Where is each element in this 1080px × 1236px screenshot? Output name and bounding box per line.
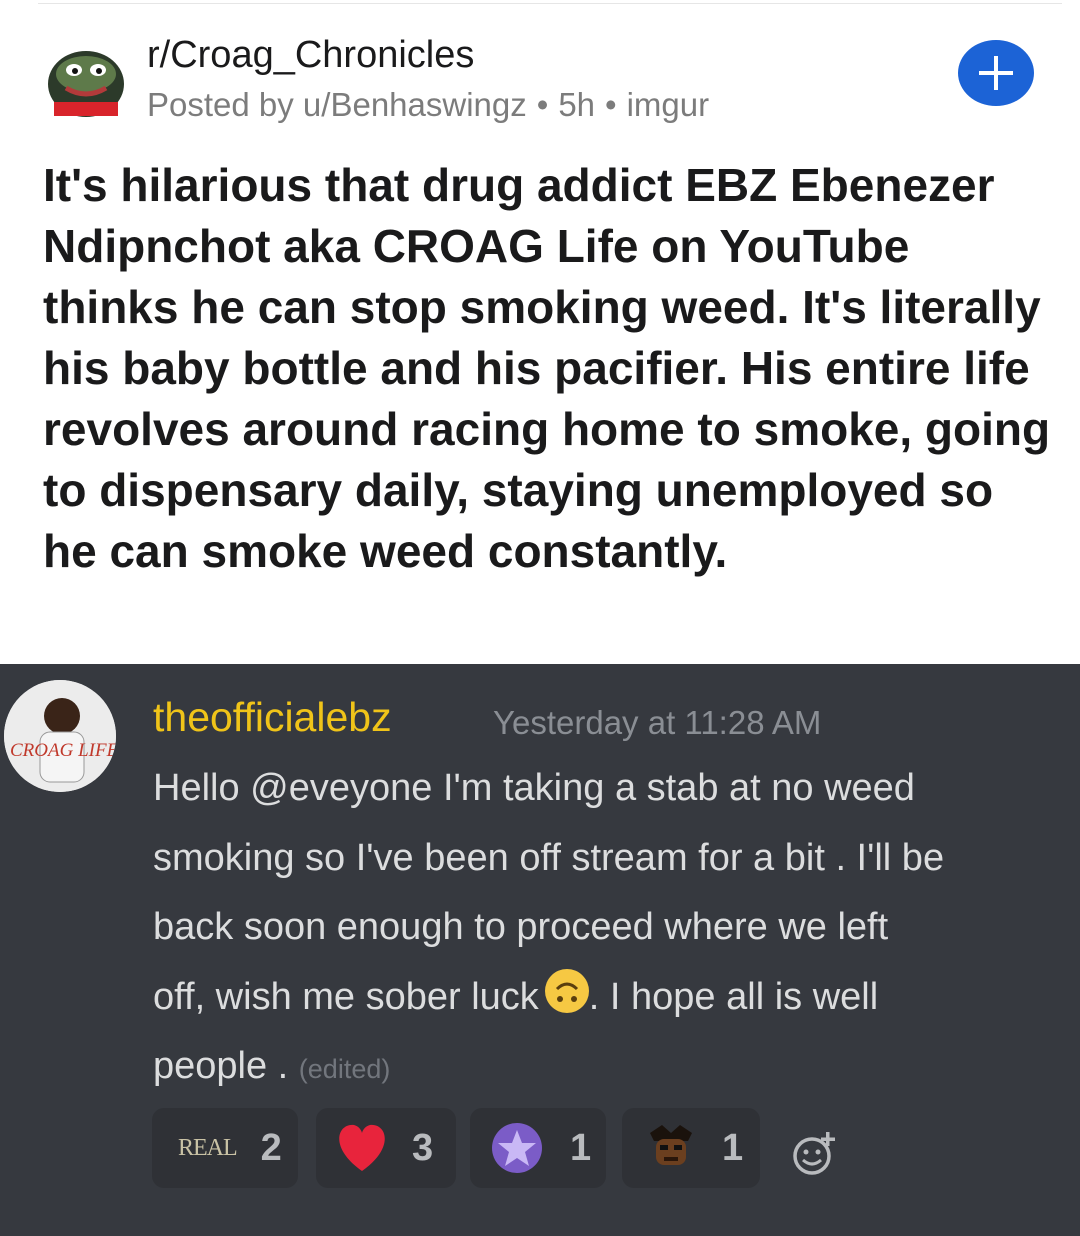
message-text: people .	[153, 1045, 289, 1087]
message-line: back soon enough to proceed where we lef…	[153, 906, 889, 948]
meta-separator: •	[536, 86, 549, 123]
reaction-count: 1	[570, 1126, 592, 1169]
post-meta: Posted by u/Benhaswingz • 5h • imgur	[147, 86, 709, 124]
message-body: Hello @eveyone I'm taking a stab at no w…	[153, 754, 1080, 1105]
reaction-character[interactable]: 1	[622, 1108, 760, 1188]
reaction-count: 1	[722, 1126, 744, 1169]
message-timestamp: Yesterday at 11:28 AM	[493, 704, 822, 741]
message-username[interactable]: theofficialebz	[153, 694, 392, 741]
meta-separator: •	[605, 86, 617, 123]
message-text: off, wish me sober luck	[153, 975, 539, 1018]
join-button[interactable]	[958, 40, 1034, 106]
heart-icon	[339, 1124, 385, 1171]
post-age: 5h	[558, 86, 596, 123]
posted-by[interactable]: Posted by u/Benhaswingz	[147, 86, 527, 123]
reaction-real[interactable]: REAL 2	[152, 1108, 298, 1188]
reaction-count: 3	[412, 1126, 434, 1169]
real-emoji-icon: REAL	[178, 1134, 238, 1161]
message-line: Hello @eveyone I'm taking a stab at no w…	[153, 767, 915, 809]
post-source[interactable]: imgur	[627, 86, 710, 123]
post-title[interactable]: It's hilarious that drug addict EBZ Eben…	[43, 155, 1053, 582]
avatar-logo-text: CROAG LIFE	[10, 740, 116, 761]
character-face-icon	[650, 1125, 692, 1165]
message-text: . I hope all is well	[588, 975, 879, 1018]
edited-label: (edited)	[298, 1054, 391, 1084]
subreddit-avatar[interactable]	[44, 44, 128, 122]
plus-icon	[979, 56, 1013, 90]
add-reaction-icon[interactable]	[792, 1130, 838, 1176]
message-line: off, wish me sober luck . I hope all is w…	[153, 963, 1080, 1033]
subreddit-name[interactable]: r/Croag_Chronicles	[147, 34, 474, 77]
message-line: people . (edited)	[153, 1032, 1080, 1105]
reaction-star[interactable]: 1	[470, 1108, 606, 1188]
message-line: smoking so I've been off stream for a bi…	[153, 836, 945, 879]
discord-screenshot: CROAG LIFE theofficialebz Yesterday at 1…	[0, 664, 1080, 1236]
reaction-heart[interactable]: 3	[316, 1108, 456, 1188]
reaction-count: 2	[260, 1126, 282, 1169]
user-avatar: CROAG LIFE	[4, 680, 116, 792]
upside-down-face-icon	[544, 968, 589, 1013]
post-header: r/Croag_Chronicles Posted by u/Benhaswin…	[0, 0, 1080, 150]
star-icon	[492, 1123, 542, 1173]
